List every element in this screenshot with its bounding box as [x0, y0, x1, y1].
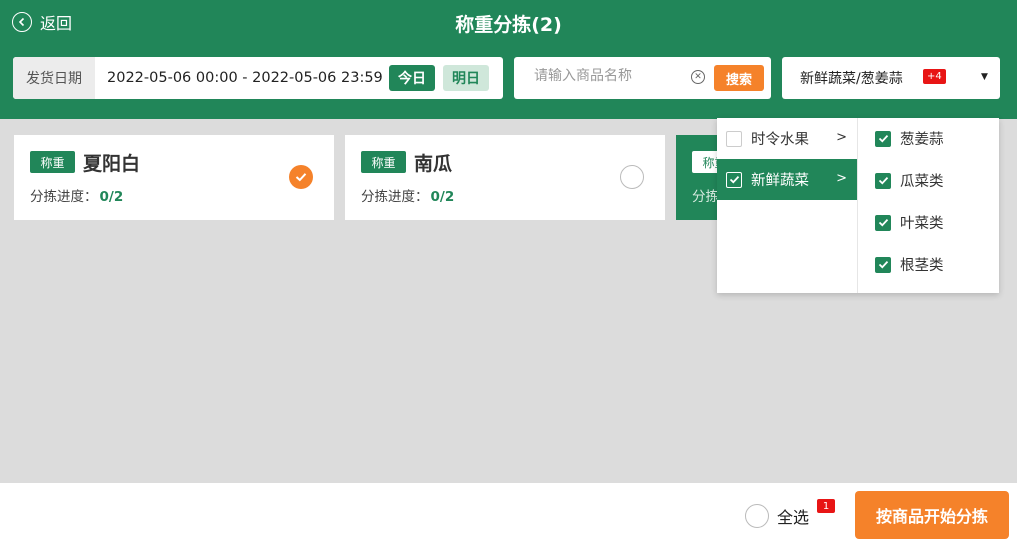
checkbox[interactable] — [726, 171, 742, 188]
category-label: 新鲜蔬菜 — [751, 173, 809, 189]
category-dropdown: 时令水果 > 新鲜蔬菜 > 葱姜蒜 瓜菜类 叶菜类 根茎类 — [717, 118, 999, 293]
search-box: ✕ 搜索 — [514, 57, 771, 99]
subcategory-list: 葱姜蒜 瓜菜类 叶菜类 根茎类 — [859, 118, 999, 293]
check-icon — [878, 218, 888, 227]
product-card[interactable]: 称重 夏阳白 分拣进度： 0/2 — [14, 135, 334, 220]
select-circle[interactable] — [620, 165, 644, 189]
subcategory-item[interactable]: 葱姜蒜 — [859, 118, 999, 159]
product-name: 夏阳白 — [83, 153, 141, 175]
product-card[interactable]: 称重 南瓜 分拣进度： 0/2 — [345, 135, 665, 220]
sort-progress: 分拣进度： 0/2 — [30, 185, 123, 205]
product-card[interactable]: 称重 分拣 — [676, 135, 717, 220]
subcategory-item[interactable]: 瓜菜类 — [859, 160, 999, 201]
footer-bar: 全选 1 按商品开始分拣 — [0, 483, 1017, 545]
subcategory-label: 葱姜蒜 — [900, 132, 944, 148]
weigh-tag: 称重 — [361, 151, 406, 173]
progress-label: 分拣进度： — [361, 189, 429, 205]
date-range-picker[interactable]: 2022-05-06 00:00 - 2022-05-06 23:59 — [107, 70, 383, 86]
select-all-radio[interactable] — [745, 504, 769, 528]
date-label: 发货日期 — [13, 57, 95, 99]
date-filter: 发货日期 2022-05-06 00:00 - 2022-05-06 23:59… — [13, 57, 503, 99]
subcategory-label: 瓜菜类 — [900, 174, 944, 190]
subcategory-label: 叶菜类 — [900, 216, 944, 232]
weigh-tag: 称重 — [692, 151, 717, 173]
check-icon — [729, 175, 739, 184]
category-select[interactable]: 新鲜蔬菜/葱姜蒜 +4 ▼ — [782, 57, 1000, 99]
subcategory-item[interactable]: 根茎类 — [859, 244, 999, 285]
checkbox[interactable] — [875, 256, 891, 273]
chevron-right-icon: > — [836, 171, 847, 186]
checkbox[interactable] — [875, 130, 891, 147]
check-icon — [878, 134, 888, 143]
start-sorting-button[interactable]: 按商品开始分拣 — [855, 491, 1009, 539]
clear-icon[interactable]: ✕ — [691, 70, 705, 84]
category-item[interactable]: 时令水果 > — [717, 118, 857, 159]
checkbox[interactable] — [726, 130, 742, 147]
product-name: 南瓜 — [414, 153, 453, 175]
search-button[interactable]: 搜索 — [714, 65, 764, 91]
check-icon — [878, 176, 888, 185]
category-more-badge: +4 — [923, 69, 946, 84]
category-selected-label: 新鲜蔬菜/葱姜蒜 — [800, 71, 903, 87]
sort-progress: 分拣进度： 0/2 — [361, 185, 454, 205]
check-circle-icon[interactable] — [289, 165, 313, 189]
progress-value: 0/2 — [99, 189, 124, 205]
tomorrow-button[interactable]: 明日 — [443, 65, 489, 91]
sort-progress: 分拣 — [692, 189, 717, 205]
progress-label: 分拣进度： — [30, 189, 98, 205]
weigh-tag: 称重 — [30, 151, 75, 173]
progress-value: 0/2 — [430, 189, 455, 205]
select-all-toggle[interactable]: 全选 — [745, 504, 809, 528]
page-title: 称重分拣(2) — [455, 14, 562, 36]
caret-down-icon: ▼ — [981, 72, 988, 82]
chevron-right-icon: > — [836, 130, 847, 145]
selected-count-badge: 1 — [817, 499, 835, 513]
category-label: 时令水果 — [751, 132, 809, 148]
search-input[interactable] — [534, 68, 684, 84]
select-all-label: 全选 — [777, 508, 810, 527]
check-icon — [878, 260, 888, 269]
today-button[interactable]: 今日 — [389, 65, 435, 91]
category-item[interactable]: 新鲜蔬菜 > — [717, 159, 857, 200]
checkbox[interactable] — [875, 214, 891, 231]
category-list: 时令水果 > 新鲜蔬菜 > — [717, 118, 858, 293]
subcategory-label: 根茎类 — [900, 258, 944, 274]
checkbox[interactable] — [875, 172, 891, 189]
header-bar: 返回 称重分拣(2) 发货日期 2022-05-06 00:00 - 2022-… — [0, 0, 1017, 119]
subcategory-item[interactable]: 叶菜类 — [859, 202, 999, 243]
